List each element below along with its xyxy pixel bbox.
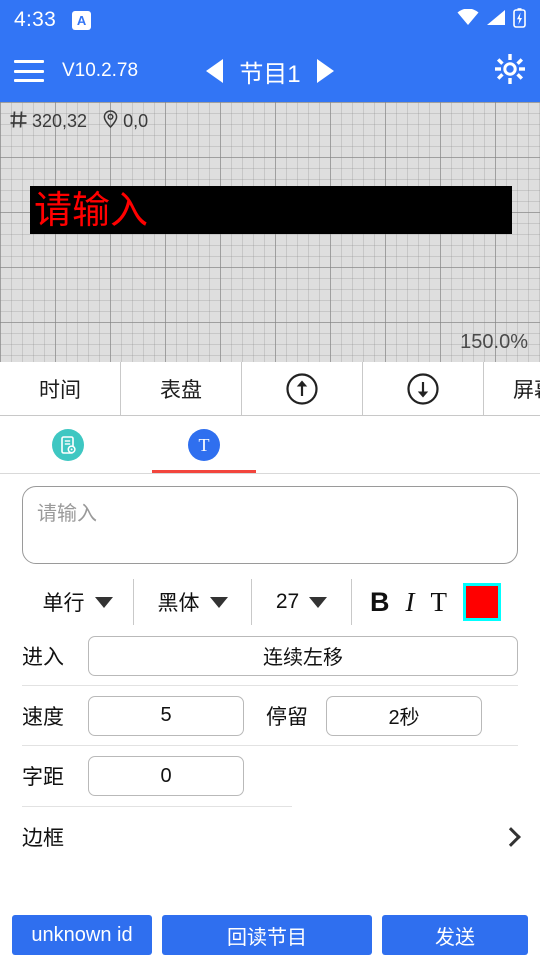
arrow-up-circle-icon (285, 372, 319, 406)
italic-button[interactable]: I (406, 588, 415, 616)
canvas-info-bar: 320,32 0,0 (10, 110, 148, 133)
tab-text-glyph: T (198, 434, 210, 455)
spacing-row: 字距 0 (22, 746, 518, 806)
toolbar-item-move-down[interactable] (363, 362, 484, 415)
position-value: 0,0 (123, 111, 149, 131)
app-version-label: V10.2.78 (62, 60, 139, 81)
font-family-select[interactable]: 黑体 (134, 579, 252, 625)
screen-size-value: 320,32 (32, 111, 88, 131)
chevron-down-icon (94, 596, 113, 608)
bold-button[interactable]: B (370, 588, 390, 616)
toolbar-item-dial[interactable]: 表盘 (121, 362, 242, 415)
chevron-down-icon (309, 596, 328, 608)
next-program-arrow-icon[interactable] (316, 59, 334, 83)
border-row[interactable]: 边框 (22, 807, 521, 867)
line-mode-select[interactable]: 单行 (22, 579, 134, 625)
gear-icon[interactable] (494, 53, 526, 90)
speed-stay-row: 速度 5 停留 2秒 (22, 686, 518, 746)
text-T-icon: T (188, 428, 220, 461)
object-toolbar[interactable]: 时间 表盘 屏幕亮 (0, 362, 540, 416)
location-pin-icon (103, 110, 118, 133)
font-controls-row: 单行 黑体 27 B I T (22, 578, 518, 626)
tab-text[interactable]: T (136, 416, 272, 473)
text-properties-panel: 请输入 单行 黑体 27 B I T 进入 连续左移 速度 5 停留 2秒 字距… (0, 474, 540, 910)
toolbar-item-move-up[interactable] (242, 362, 363, 415)
status-icons (457, 7, 526, 33)
bottom-action-bar: unknown id 回读节目 发送 (0, 910, 540, 960)
tab-program-settings[interactable] (0, 416, 136, 473)
screen-size-group: 320,32 (10, 110, 88, 133)
enter-effect-row: 进入 连续左移 (22, 626, 518, 686)
status-time: 4:33 (14, 8, 57, 31)
speed-label: 速度 (22, 705, 64, 729)
toolbar-item-screen-brightness[interactable]: 屏幕亮 (484, 362, 540, 415)
document-settings-icon (52, 428, 84, 461)
app-bar: V10.2.78 节目1 (0, 40, 540, 102)
screen-size-icon (10, 110, 27, 133)
border-label: 边框 (22, 827, 64, 850)
led-text-object[interactable]: 请输入 (30, 186, 512, 234)
chevron-right-icon (501, 827, 521, 847)
arrow-down-circle-icon (406, 372, 440, 406)
spacing-label: 字距 (22, 766, 64, 789)
font-size-value: 27 (275, 590, 300, 613)
font-style-buttons: B I T (352, 583, 501, 621)
signal-icon (486, 9, 506, 31)
zoom-level-label: 150.0% (460, 331, 528, 353)
text-color-swatch[interactable] (463, 583, 501, 621)
speed-input[interactable]: 5 (88, 695, 244, 736)
enter-effect-label: 进入 (22, 645, 64, 669)
ime-indicator-icon: A (72, 10, 92, 30)
readback-program-button[interactable]: 回读节目 (162, 915, 372, 955)
position-group: 0,0 (103, 110, 148, 133)
led-text-content: 请输入 (34, 188, 149, 232)
battery-charging-icon (513, 7, 526, 33)
text-content-placeholder: 请输入 (37, 503, 97, 525)
chevron-down-icon (209, 596, 228, 608)
status-bar: 4:33 A (0, 0, 540, 40)
stay-select[interactable]: 2秒 (326, 695, 482, 736)
font-size-select[interactable]: 27 (252, 579, 352, 625)
toolbar-item-time[interactable]: 时间 (0, 362, 121, 415)
underline-button[interactable]: T (431, 588, 448, 616)
program-name-label[interactable]: 节目1 (239, 54, 300, 89)
led-canvas[interactable]: 320,32 0,0 请输入 150.0% (0, 102, 540, 362)
wifi-icon (457, 8, 479, 31)
send-button[interactable]: 发送 (382, 915, 528, 955)
toolbar-item-label: 屏幕亮 (513, 378, 540, 402)
toolbar-item-label: 时间 (39, 378, 81, 402)
toolbar-item-label: 表盘 (160, 378, 202, 402)
app-root: 4:33 A V10.2.78 节目1 320,32 0,0 请输入 150.0… (0, 0, 540, 960)
hamburger-menu-icon[interactable] (14, 60, 44, 82)
previous-program-arrow-icon[interactable] (206, 59, 224, 83)
panel-tab-strip: T (0, 416, 540, 474)
text-content-input[interactable]: 请输入 (22, 486, 518, 564)
line-mode-value: 单行 (42, 592, 85, 615)
spacing-input[interactable]: 0 (88, 756, 244, 796)
device-id-button[interactable]: unknown id (12, 915, 152, 955)
font-family-value: 黑体 (157, 592, 200, 615)
enter-effect-select[interactable]: 连续左移 (88, 635, 518, 676)
stay-label: 停留 (266, 705, 308, 729)
